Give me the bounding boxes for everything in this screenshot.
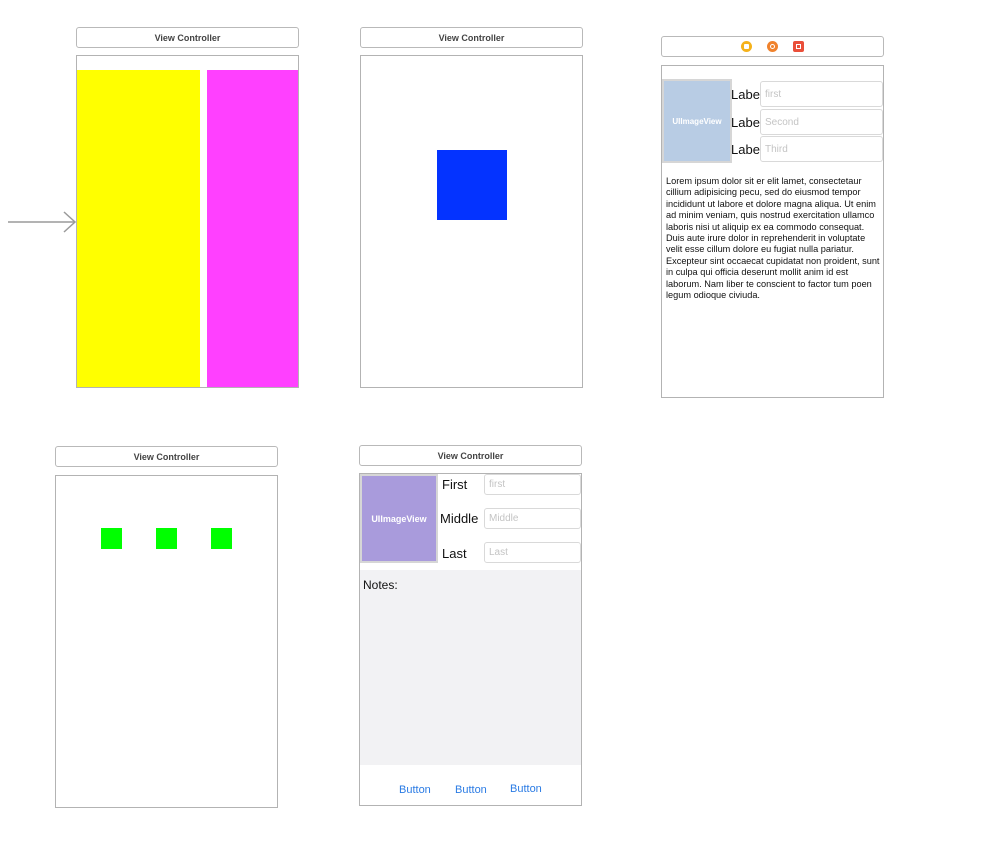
green-square-1[interactable] (101, 528, 122, 549)
view-controller-icon[interactable] (741, 41, 752, 52)
scene4-title-bar[interactable]: View Controller (55, 446, 278, 467)
scene5-middle-field[interactable]: Middle (484, 508, 581, 529)
entry-arrow-icon (8, 211, 77, 233)
scene5-label-middle: Middle (440, 510, 479, 526)
blue-square[interactable] (437, 150, 507, 220)
scene4-title: View Controller (133, 451, 200, 462)
scene5-label-last: Last (442, 545, 467, 561)
scene3-view[interactable]: UIImageView Label first Label Second Lab… (661, 65, 884, 398)
scene5-button-3[interactable]: Button (510, 783, 542, 795)
yellow-view[interactable] (77, 70, 200, 387)
scene5-first-field[interactable]: first (484, 474, 581, 495)
scene3-label-2: Label (731, 114, 763, 130)
scene2-title: View Controller (438, 32, 505, 43)
scene3-image-view-label: UIImageView (672, 116, 722, 126)
scene5-button-1[interactable]: Button (399, 784, 431, 796)
magenta-view[interactable] (207, 70, 298, 387)
scene1-view[interactable] (76, 55, 299, 388)
scene3-text-field-1[interactable]: first (760, 81, 883, 107)
scene5-image-view-label: UIImageView (371, 513, 427, 524)
scene1-title-bar[interactable]: View Controller (76, 27, 299, 48)
scene5-notes-label: Notes: (363, 578, 398, 592)
scene5-view[interactable]: UIImageView First first Middle Middle La… (359, 473, 582, 806)
scene3-title-bar[interactable] (661, 36, 884, 57)
scene3-label-1: Label (731, 86, 763, 102)
scene2-view[interactable] (360, 55, 583, 388)
scene1-title: View Controller (154, 32, 221, 43)
scene2-title-bar[interactable]: View Controller (360, 27, 583, 48)
scene5-image-view[interactable]: UIImageView (360, 474, 438, 563)
scene5-title-bar[interactable]: View Controller (359, 445, 582, 466)
scene3-text-field-2[interactable]: Second (760, 109, 883, 135)
scene3-text-field-3[interactable]: Third (760, 136, 883, 162)
scene5-button-2[interactable]: Button (455, 784, 487, 796)
scene3-body-text[interactable]: Lorem ipsum dolor sit er elit lamet, con… (666, 176, 882, 301)
scene5-last-field[interactable]: Last (484, 542, 581, 563)
scene3-label-3: Label (731, 141, 763, 157)
scene3-image-view[interactable]: UIImageView (662, 79, 732, 163)
scene4-view[interactable] (55, 475, 278, 808)
exit-icon[interactable] (793, 41, 804, 52)
scene5-notes-area[interactable]: Notes: (360, 570, 581, 765)
scene5-label-first: First (442, 476, 468, 492)
scene5-title: View Controller (437, 450, 504, 461)
green-square-2[interactable] (156, 528, 177, 549)
first-responder-icon[interactable] (767, 41, 778, 52)
green-square-3[interactable] (211, 528, 232, 549)
